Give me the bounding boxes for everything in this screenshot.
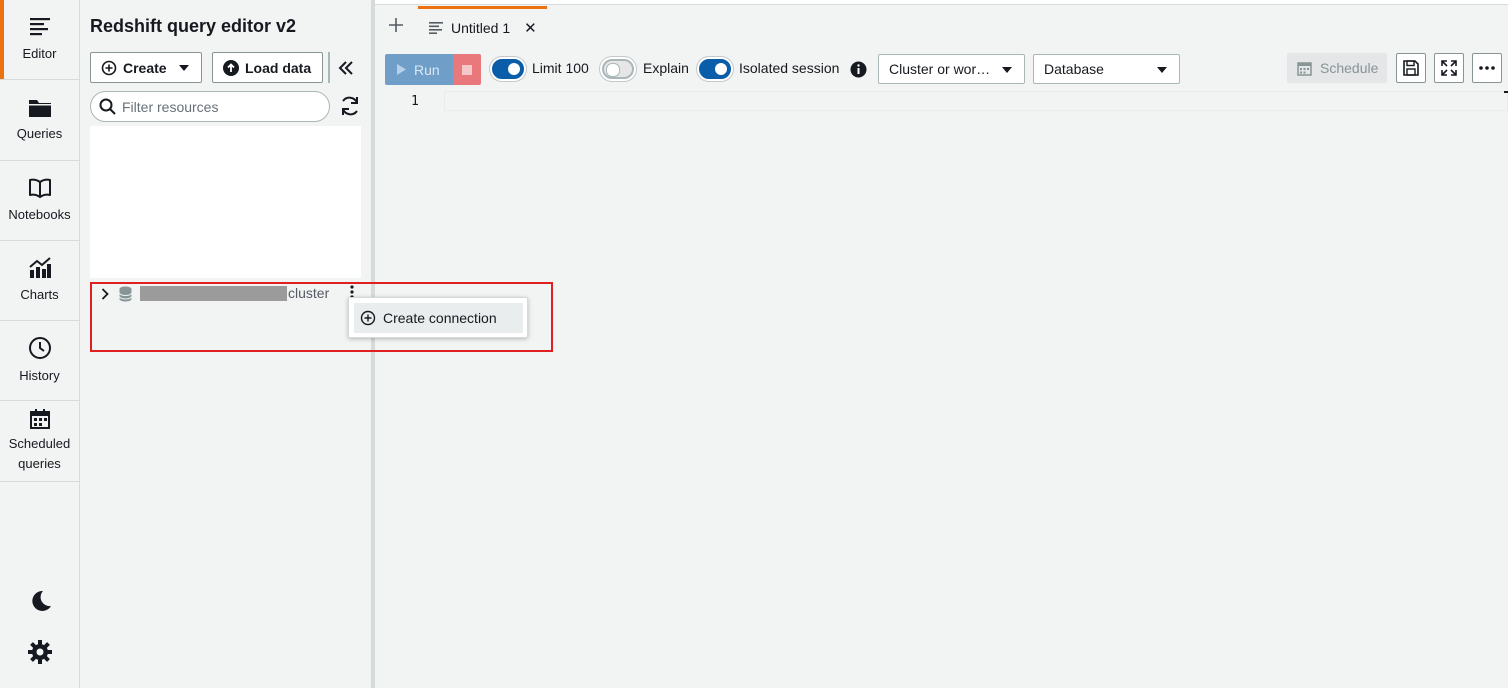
caret-down-icon: [1157, 67, 1167, 73]
filter-resources-field[interactable]: [90, 91, 330, 122]
tab-label: Untitled 1: [451, 20, 511, 36]
create-connection-label: Create connection: [383, 310, 497, 326]
collapse-panel-button[interactable]: [328, 52, 362, 83]
plus-circle-icon: [360, 310, 376, 326]
context-menu: Create connection: [348, 297, 528, 338]
moon-icon[interactable]: [27, 588, 53, 614]
tab-untitled-1[interactable]: Untitled 1 ✕: [418, 6, 547, 47]
load-data-button[interactable]: Load data: [212, 52, 323, 83]
clock-icon: [28, 336, 52, 360]
load-data-label: Load data: [245, 59, 312, 76]
more-options-button[interactable]: [1472, 53, 1502, 83]
code-editor[interactable]: 1: [375, 91, 1508, 688]
limit-label: Limit 100: [532, 60, 589, 76]
double-chevron-left-icon: [338, 60, 354, 75]
refresh-icon[interactable]: [339, 95, 361, 117]
folder-icon: [28, 98, 52, 118]
chart-icon: [28, 256, 52, 279]
save-button[interactable]: [1396, 53, 1426, 83]
database-select-value: Database: [1044, 61, 1104, 77]
rail-item-charts[interactable]: Charts: [0, 241, 79, 321]
expand-icon: [1441, 60, 1457, 76]
navigation-rail: Editor Queries Notebooks Charts History …: [0, 0, 80, 688]
line-number: 1: [411, 94, 419, 109]
database-select[interactable]: Database: [1033, 54, 1180, 84]
rail-label-scheduled-queries: Scheduled queries: [8, 436, 71, 471]
search-icon: [99, 98, 116, 115]
save-icon: [1403, 60, 1419, 76]
rail-item-notebooks[interactable]: Notebooks: [0, 161, 79, 241]
play-icon: [397, 64, 406, 75]
panel-title: Redshift query editor v2: [90, 16, 297, 36]
limit-toggle[interactable]: [492, 59, 524, 79]
rail-item-editor[interactable]: Editor: [0, 0, 79, 80]
filter-resources-input[interactable]: [122, 98, 322, 115]
create-button[interactable]: Create: [90, 52, 202, 83]
create-label: Create: [123, 59, 167, 76]
editor-icon: [29, 16, 51, 38]
book-icon: [28, 177, 52, 199]
rail-item-scheduled-queries[interactable]: Scheduled queries: [0, 401, 79, 482]
caret-down-icon: [178, 64, 189, 71]
document-lines-icon: [429, 22, 443, 34]
tab-bar: Untitled 1 ✕: [375, 6, 1508, 47]
active-line[interactable]: [444, 91, 1508, 111]
rail-label-queries: Queries: [16, 125, 63, 141]
top-border: [375, 0, 1508, 5]
close-icon[interactable]: ✕: [524, 19, 537, 37]
explain-label: Explain: [643, 60, 689, 76]
explain-toggle[interactable]: [602, 59, 634, 79]
database-icon: [119, 286, 132, 302]
chevron-right-icon[interactable]: [101, 288, 109, 300]
schedule-button[interactable]: Schedule: [1287, 53, 1387, 83]
redacted-cluster-name: [140, 286, 287, 301]
editor-toolbar: Run Limit 100 Explain Isolated session C…: [375, 47, 1508, 91]
rail-label-charts: Charts: [20, 286, 59, 302]
rail-label-history: History: [19, 367, 60, 383]
editor-edge-mark: [1504, 91, 1508, 93]
cluster-select-value: Cluster or wor…: [889, 61, 991, 77]
isolated-session-toggle[interactable]: [699, 59, 731, 79]
run-button[interactable]: Run: [385, 54, 453, 85]
fullscreen-button[interactable]: [1434, 53, 1464, 83]
isolated-session-label: Isolated session: [739, 60, 840, 76]
caret-down-icon: [1002, 67, 1012, 73]
rail-label-notebooks: Notebooks: [8, 206, 71, 222]
rail-label-editor: Editor: [22, 45, 57, 61]
upload-icon: [223, 59, 239, 76]
run-label: Run: [414, 61, 440, 78]
tree-node-label: cluster: [288, 285, 330, 301]
ellipsis-icon: [1479, 66, 1495, 70]
resource-panel: Redshift query editor v2 Create Load dat…: [80, 0, 371, 688]
resource-tree-blank-area: [90, 126, 361, 278]
rail-item-history[interactable]: History: [0, 321, 79, 401]
gear-icon[interactable]: [27, 639, 53, 665]
calendar-icon: [29, 408, 51, 430]
schedule-label: Schedule: [1320, 60, 1379, 76]
rail-item-queries[interactable]: Queries: [0, 81, 79, 161]
stop-icon: [462, 64, 472, 75]
calendar-icon: [1297, 61, 1312, 76]
stop-button[interactable]: [453, 54, 481, 85]
info-icon[interactable]: [850, 61, 867, 78]
add-tab-icon[interactable]: [387, 16, 405, 34]
cluster-select[interactable]: Cluster or wor…: [878, 54, 1025, 84]
create-connection-menu-item[interactable]: Create connection: [354, 303, 523, 333]
plus-circle-icon: [101, 60, 117, 76]
